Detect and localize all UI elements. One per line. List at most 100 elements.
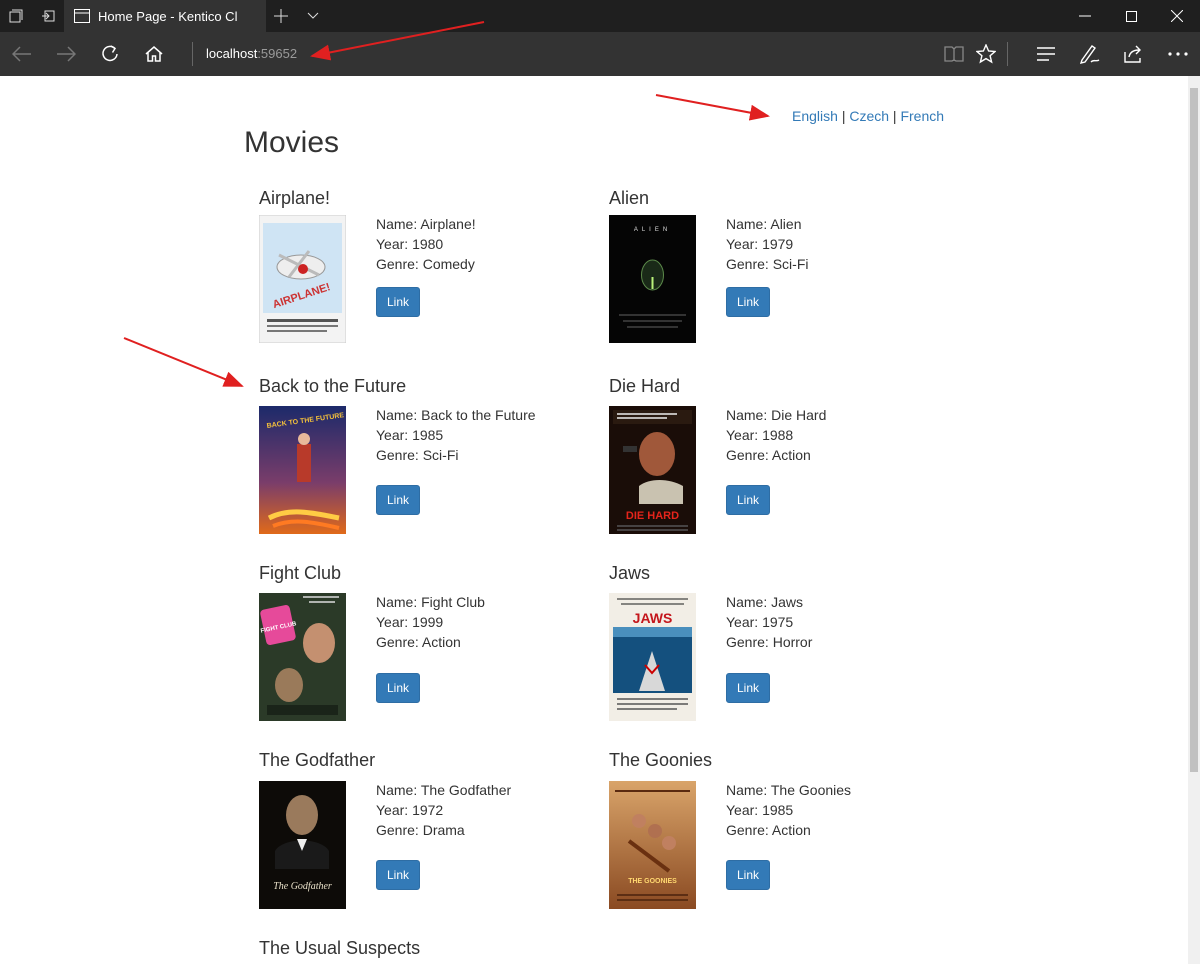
movie-year: 1999 xyxy=(412,614,444,630)
address-host: localhost xyxy=(206,46,258,61)
movie-name-line: Name: Airplane! xyxy=(376,216,476,232)
hub-icon[interactable] xyxy=(1024,32,1068,76)
lang-separator: | xyxy=(841,108,846,124)
movie-link-button[interactable]: Link xyxy=(726,287,770,317)
page-title: Movies xyxy=(244,126,340,159)
browser-toolbar: localhost:59652 xyxy=(0,32,1200,76)
movie-details: Name: Jaws Year: 1975 Genre: Horror xyxy=(726,592,812,652)
movie-year: 1972 xyxy=(412,802,444,818)
maximize-button[interactable] xyxy=(1108,0,1154,32)
tab-home-page[interactable]: Home Page - Kentico Cl xyxy=(64,0,266,32)
web-note-pen-icon[interactable] xyxy=(1068,32,1112,76)
tab-title: Home Page - Kentico Cl xyxy=(98,8,238,24)
movie-name-line: Name: The Godfather xyxy=(376,782,512,798)
tab-list-chevron-icon[interactable] xyxy=(297,0,329,32)
more-dots-icon[interactable] xyxy=(1156,32,1200,76)
poster-title: THE GOONIES xyxy=(628,878,677,885)
movie-link-button[interactable]: Link xyxy=(376,673,420,703)
set-aside-tabs-icon[interactable] xyxy=(32,0,64,32)
poster-title: DIE HARD xyxy=(626,510,679,522)
movie-poster: DIE HARD xyxy=(609,406,696,534)
movie-genre: Sci-Fi xyxy=(772,256,809,272)
page-icon xyxy=(74,9,90,23)
movie-poster: JAWS xyxy=(609,593,696,721)
movie-link-button[interactable]: Link xyxy=(376,287,420,317)
lang-czech-link[interactable]: Czech xyxy=(849,108,889,124)
lang-french-link[interactable]: French xyxy=(900,108,944,124)
movie-year-line: Year: 1980 xyxy=(376,236,444,252)
close-button[interactable] xyxy=(1154,0,1200,32)
lang-english-link[interactable]: English xyxy=(792,108,838,124)
movie-poster: THE GOONIES xyxy=(609,781,696,909)
movie-link-button[interactable]: Link xyxy=(726,485,770,515)
movie-link-button[interactable]: Link xyxy=(376,860,420,890)
favorite-star-icon[interactable] xyxy=(964,32,1008,76)
movie-year-line: Year: 1979 xyxy=(726,236,794,252)
poster-title: JAWS xyxy=(633,610,673,626)
movie-name-line: Name: Fight Club xyxy=(376,594,485,610)
poster-title: ALIEN xyxy=(634,227,671,233)
movie-title: Alien xyxy=(609,188,650,208)
forward-arrow-icon[interactable] xyxy=(44,32,88,76)
movie-genre-line: Genre: Action xyxy=(726,822,811,838)
movie-name: The Godfather xyxy=(420,782,512,798)
movie-genre-line: Genre: Action xyxy=(726,447,811,463)
movie-year: 1985 xyxy=(762,802,794,818)
movie-year: 1985 xyxy=(412,427,444,443)
minimize-button[interactable] xyxy=(1062,0,1108,32)
movie-genre: Sci-Fi xyxy=(422,447,459,463)
lang-separator: | xyxy=(892,108,897,124)
movie-name: Airplane! xyxy=(420,216,476,232)
language-switcher: English | Czech | French xyxy=(792,108,944,124)
movie-details: Name: Back to the Future Year: 1985 Genr… xyxy=(376,405,536,465)
movie-year-line: Year: 1975 xyxy=(726,614,794,630)
movie-name: The Goonies xyxy=(770,782,852,798)
movie-card: The Goonies THE GOONIES Name: The Goonie… xyxy=(609,750,949,920)
movie-genre-line: Genre: Horror xyxy=(726,634,813,650)
movie-title: The Goonies xyxy=(609,750,713,770)
movie-genre-line: Genre: Sci-Fi xyxy=(376,447,459,463)
movie-genre: Action xyxy=(421,634,461,650)
movie-year: 1975 xyxy=(762,614,794,630)
movie-title: Jaws xyxy=(609,563,651,583)
movie-genre: Horror xyxy=(772,634,813,650)
movie-name-line: Name: Alien xyxy=(726,216,802,232)
movie-card: The Usual Suspects xyxy=(259,938,599,962)
movie-year: 1988 xyxy=(762,427,794,443)
movie-details: Name: Die Hard Year: 1988 Genre: Action xyxy=(726,405,826,465)
movie-link-button[interactable]: Link xyxy=(726,673,770,703)
share-icon[interactable] xyxy=(1112,32,1156,76)
movie-year: 1980 xyxy=(412,236,444,252)
movie-year: 1979 xyxy=(762,236,794,252)
movie-details: Name: Alien Year: 1979 Genre: Sci-Fi xyxy=(726,214,808,274)
movie-title: Die Hard xyxy=(609,376,681,396)
movie-title: The Usual Suspects xyxy=(259,938,421,958)
movie-title: The Godfather xyxy=(259,750,376,770)
address-bar[interactable]: localhost:59652 xyxy=(206,32,297,76)
movie-name-line: Name: Back to the Future xyxy=(376,407,536,423)
movie-link-button[interactable]: Link xyxy=(726,860,770,890)
movie-link-button[interactable]: Link xyxy=(376,485,420,515)
movie-genre: Action xyxy=(771,447,811,463)
scrollbar-thumb[interactable] xyxy=(1190,88,1198,772)
movie-genre: Action xyxy=(771,822,811,838)
tab-bar: Home Page - Kentico Cl xyxy=(0,0,1200,32)
movie-year-line: Year: 1985 xyxy=(726,802,794,818)
new-tab-icon[interactable] xyxy=(265,0,297,32)
movie-poster: BACK TO THE FUTURE xyxy=(259,406,346,534)
movie-poster: The Godfather xyxy=(259,781,346,909)
movie-name: Back to the Future xyxy=(421,407,536,423)
movie-poster: ALIEN xyxy=(609,215,696,343)
tab-preview-icon[interactable] xyxy=(0,0,32,32)
movie-title: Airplane! xyxy=(259,188,331,208)
movie-name: Die Hard xyxy=(771,407,827,423)
back-arrow-icon[interactable] xyxy=(0,32,44,76)
movie-year-line: Year: 1985 xyxy=(376,427,444,443)
movie-year-line: Year: 1988 xyxy=(726,427,794,443)
home-icon[interactable] xyxy=(132,32,176,76)
refresh-icon[interactable] xyxy=(88,32,132,76)
movie-card: Fight Club FIGHT CLUB Name: Fight Club Y… xyxy=(259,563,599,733)
movie-genre-line: Genre: Comedy xyxy=(376,256,475,272)
movie-title: Fight Club xyxy=(259,563,342,583)
address-port: :59652 xyxy=(257,46,298,61)
